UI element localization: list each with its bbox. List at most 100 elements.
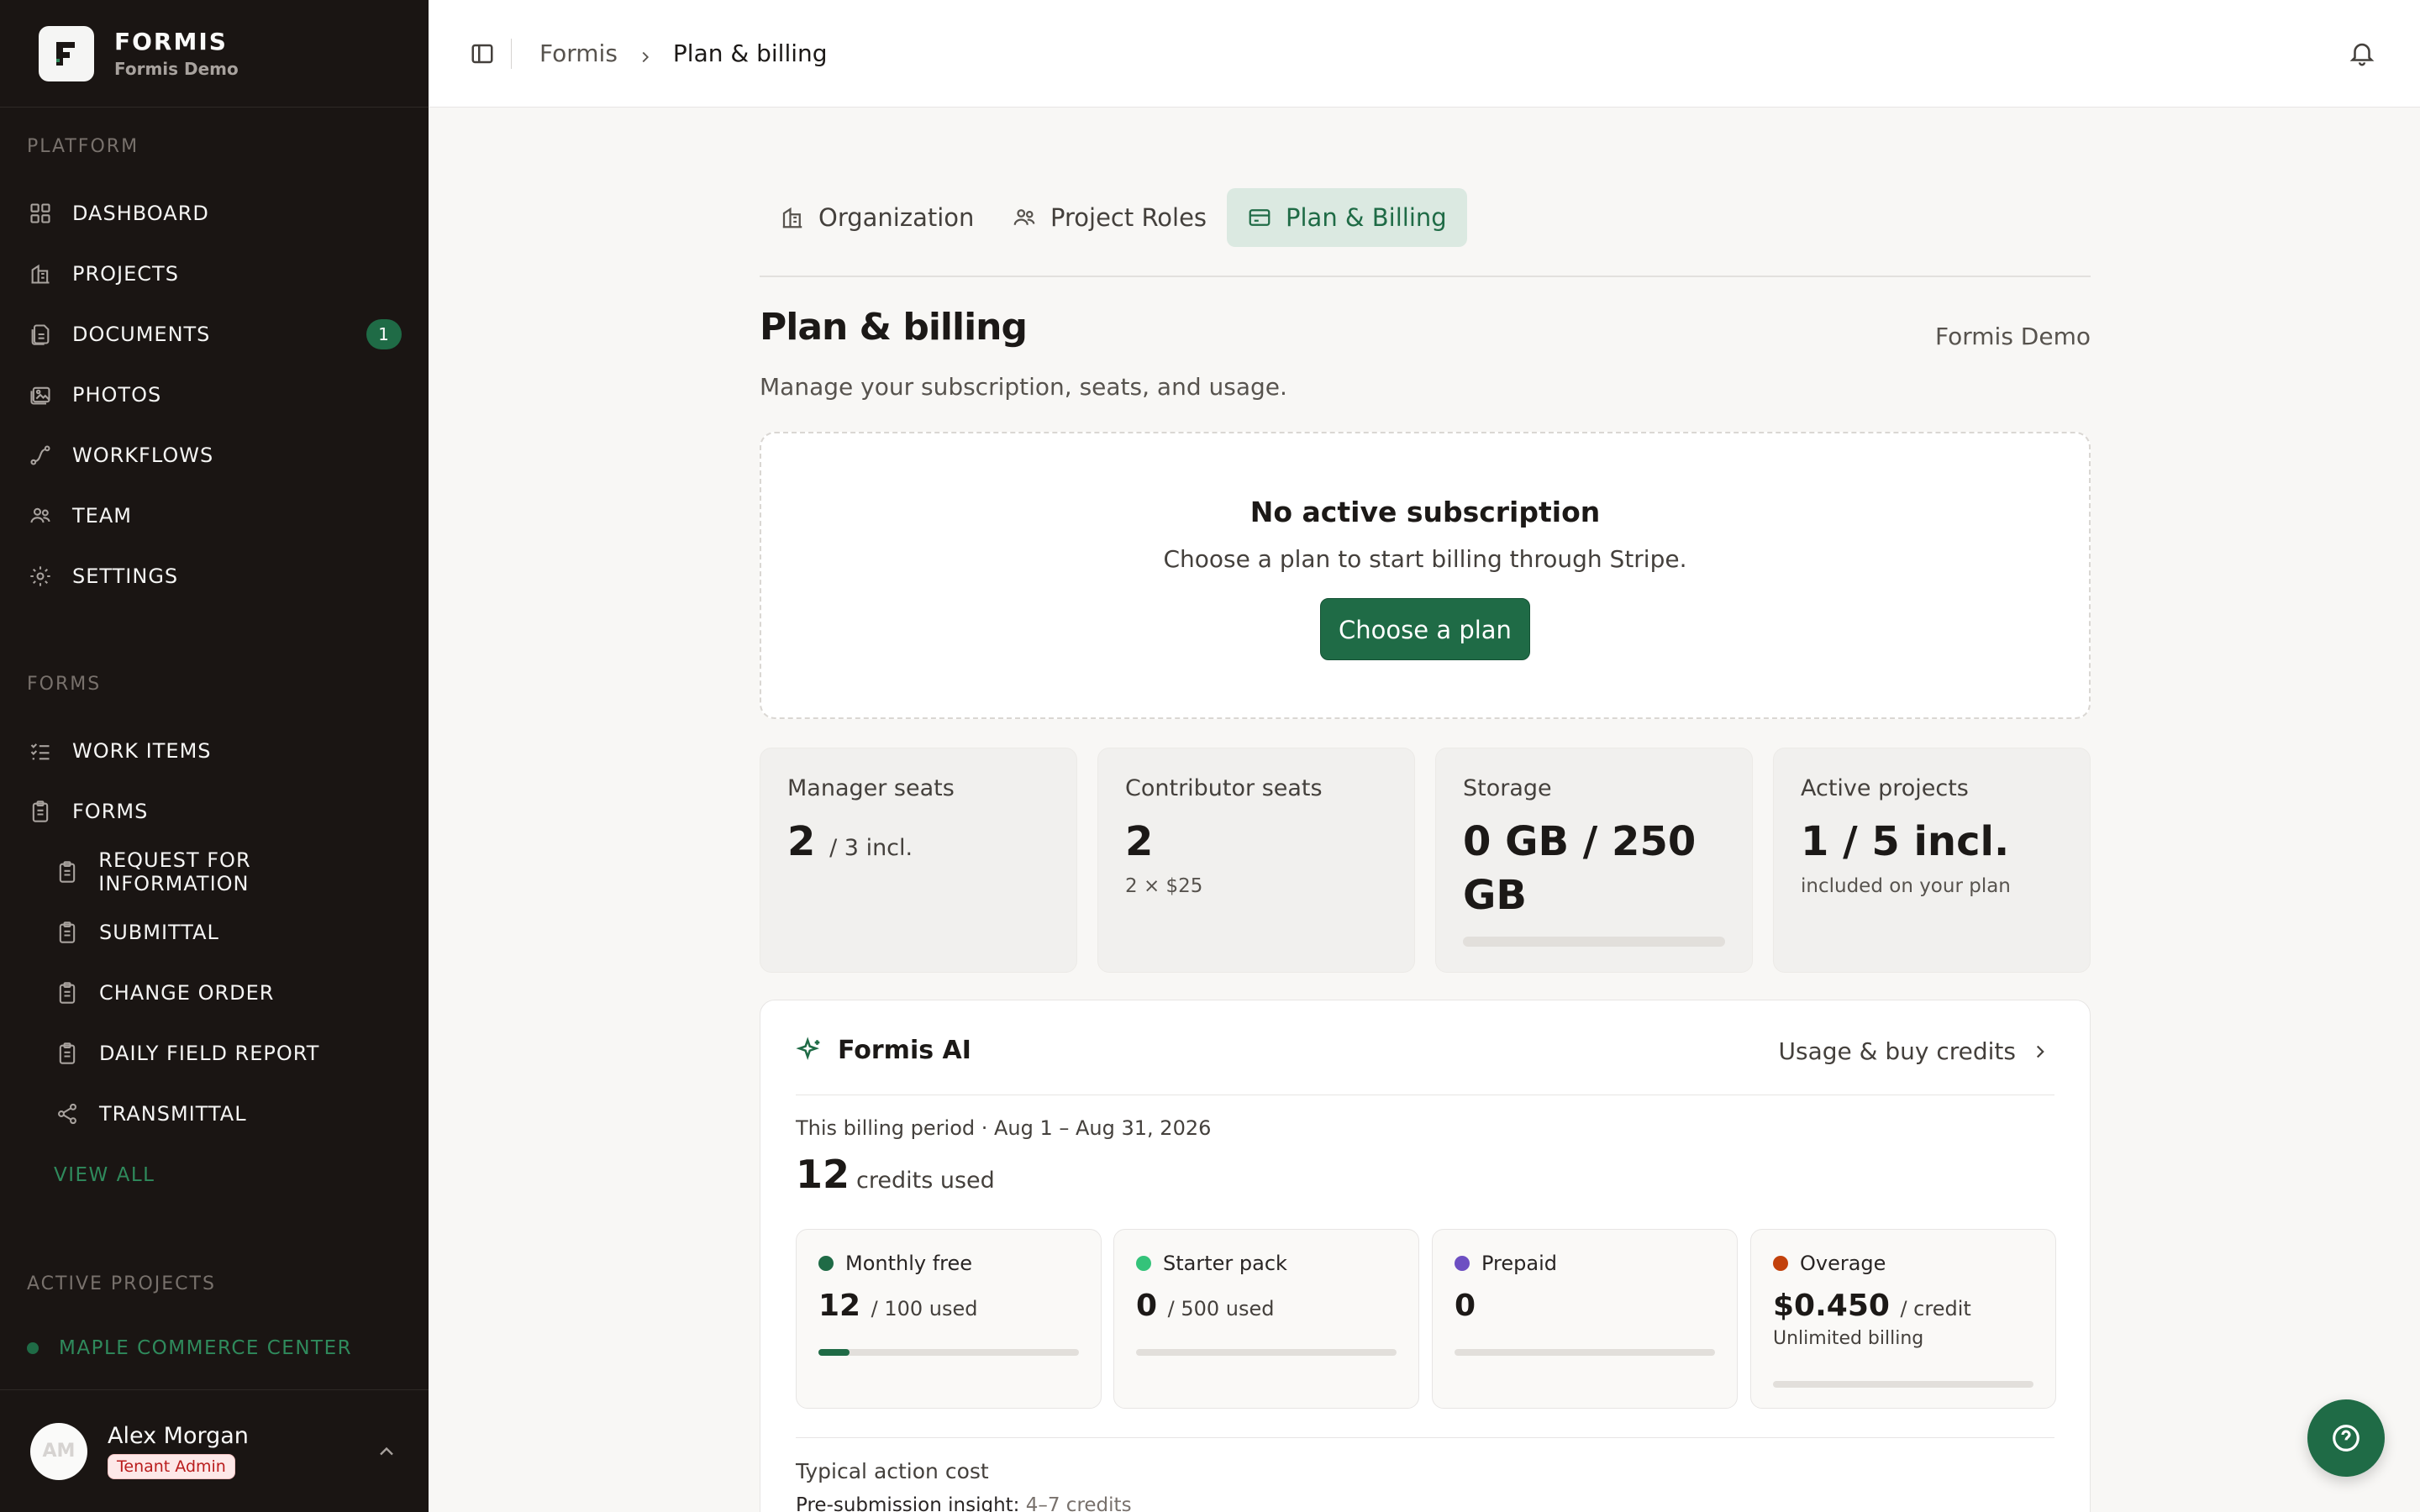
sidebar-item-label: WORK ITEMS: [72, 739, 212, 763]
active-project-item[interactable]: MAPLE COMMERCE CENTER: [27, 1337, 352, 1359]
typical-cost-line: Pre-submission insight: 4–7 credits: [796, 1494, 1132, 1512]
sidebar-item-work-items[interactable]: WORK ITEMS: [27, 727, 402, 774]
sidebar-item-submittal[interactable]: SUBMITTAL: [54, 909, 402, 956]
bucket-progress-bar: [1773, 1381, 2033, 1388]
bucket-monthly-free: Monthly free 12 / 100 used: [796, 1229, 1102, 1409]
tab-project-roles[interactable]: Project Roles: [992, 188, 1227, 247]
bucket-label: Overage: [1800, 1252, 1886, 1275]
view-all-link[interactable]: VIEW ALL: [54, 1164, 155, 1186]
bucket-color-dot: [1773, 1256, 1788, 1271]
bucket-note: Unlimited billing: [1773, 1328, 1924, 1349]
sidebar-item-label: SUBMITTAL: [99, 921, 219, 944]
credits-used: 12 credits used: [796, 1152, 995, 1197]
sidebar-item-transmittal[interactable]: TRANSMITTAL: [54, 1090, 402, 1137]
formis-ai-card: Formis AI Usage & buy credits This billi…: [760, 1000, 2091, 1512]
team-icon: [27, 502, 54, 529]
stat-label: Contributor seats: [1125, 775, 1323, 801]
bell-icon[interactable]: [2348, 39, 2378, 69]
credits-used-number: 12: [796, 1152, 850, 1197]
sidebar-item-request-for-information[interactable]: REQUEST FOR INFORMATION: [54, 848, 402, 895]
bucket-label: Monthly free: [845, 1252, 973, 1275]
sidebar-item-team[interactable]: TEAM: [27, 492, 402, 539]
documents-icon: [27, 321, 54, 348]
ai-card-title: Formis AI: [838, 1036, 971, 1065]
billing-period: This billing period · Aug 1 – Aug 31, 20…: [796, 1116, 1212, 1140]
clipboard-icon: [54, 1040, 81, 1067]
section-label-forms: FORMS: [27, 674, 102, 695]
formis-logo-icon: [39, 25, 94, 81]
brand-name: FORMIS: [114, 28, 228, 55]
stat-label: Active projects: [1801, 775, 1969, 801]
bucket-color-dot: [1136, 1256, 1151, 1271]
section-label-platform: PLATFORM: [27, 136, 139, 157]
no-subscription-panel: No active subscription Choose a plan to …: [760, 432, 2091, 719]
stat-active-projects: Active projects 1 / 5 incl. included on …: [1773, 748, 2091, 973]
stat-value: 2: [1125, 818, 1154, 865]
stat-contributor-seats: Contributor seats 2 2 × $25: [1097, 748, 1415, 973]
bucket-color-dot: [1455, 1256, 1470, 1271]
bucket-progress-bar: [1455, 1349, 1715, 1356]
sidebar-item-label: REQUEST FOR INFORMATION: [98, 848, 251, 895]
sidebar-item-label: DOCUMENTS: [72, 323, 211, 346]
bucket-suffix: / 500 used: [1167, 1297, 1275, 1320]
user-menu[interactable]: AM Alex Morgan Tenant Admin: [0, 1389, 429, 1512]
sidebar-item-projects[interactable]: PROJECTS: [27, 250, 402, 297]
sidebar-item-workflows[interactable]: WORKFLOWS: [27, 432, 402, 479]
user-name: Alex Morgan: [108, 1423, 249, 1449]
brand[interactable]: FORMIS Formis Demo: [0, 0, 429, 108]
checklist-icon: [27, 738, 54, 764]
stat-label: Storage: [1463, 775, 1552, 801]
sidebar-item-documents[interactable]: DOCUMENTS 1: [27, 311, 402, 358]
chevron-up-icon[interactable]: [375, 1440, 398, 1463]
choose-plan-button[interactable]: Choose a plan: [1320, 598, 1530, 660]
sidebar-item-label: DASHBOARD: [72, 202, 209, 225]
tab-plan-billing[interactable]: Plan & Billing: [1227, 188, 1467, 247]
usage-buy-credits-link[interactable]: Usage & buy credits: [1778, 1037, 2051, 1065]
sidebar-item-daily-field-report[interactable]: DAILY FIELD REPORT: [54, 1030, 402, 1077]
credits-used-label: credits used: [856, 1168, 995, 1194]
settings-tabs: Organization Project Roles Plan & Billin…: [760, 188, 2091, 277]
tab-label: Project Roles: [1050, 203, 1207, 232]
sidebar-item-label: PROJECTS: [72, 262, 179, 286]
usage-stats: Manager seats 2 / 3 incl. Contributor se…: [760, 748, 2091, 973]
help-button[interactable]: [2307, 1399, 2385, 1477]
clipboard-icon: [54, 858, 80, 885]
breadcrumb-parent[interactable]: Formis: [539, 39, 618, 67]
building-icon: [27, 260, 54, 287]
bucket-progress-bar: [1136, 1349, 1397, 1356]
avatar: AM: [30, 1422, 87, 1480]
sidebar-item-forms[interactable]: FORMS: [27, 788, 402, 835]
bucket-overage: Overage $0.450 / credit Unlimited billin…: [1750, 1229, 2056, 1409]
workflow-icon: [27, 442, 54, 469]
bucket-label: Starter pack: [1163, 1252, 1287, 1275]
sidebar-item-label: PHOTOS: [72, 383, 162, 407]
bucket-number: 0: [1136, 1289, 1158, 1323]
stat-value: 2 / 3 incl.: [787, 815, 1050, 875]
clipboard-icon: [27, 798, 54, 825]
sidebar-toggle-button[interactable]: [459, 30, 506, 77]
sidebar-item-photos[interactable]: PHOTOS: [27, 371, 402, 418]
bucket-value: 0 / 500 used: [1136, 1289, 1397, 1323]
chevron-right-icon: [2036, 1045, 2044, 1058]
bucket-value: 12 / 100 used: [818, 1289, 1079, 1323]
bucket-label: Prepaid: [1481, 1252, 1557, 1275]
project-status-dot: [27, 1342, 39, 1354]
bucket-color-dot: [818, 1256, 834, 1271]
bucket-prepaid: Prepaid 0: [1432, 1229, 1738, 1409]
topbar-divider: [511, 39, 512, 69]
sidebar-item-label: TEAM: [72, 504, 132, 528]
sidebar-item-label: CHANGE ORDER: [99, 981, 275, 1005]
sidebar-item-settings[interactable]: SETTINGS: [27, 553, 402, 600]
share-icon: [54, 1100, 81, 1127]
building-icon: [782, 207, 802, 228]
tab-organization[interactable]: Organization: [760, 188, 994, 247]
sidebar-item-label: SETTINGS: [72, 564, 179, 588]
sidebar-item-dashboard[interactable]: DASHBOARD: [27, 190, 402, 237]
no-subscription-text: Choose a plan to start billing through S…: [1163, 545, 1687, 573]
stat-note: 2 × $25: [1125, 875, 1203, 897]
sidebar-item-label: TRANSMITTAL: [99, 1102, 247, 1126]
stat-number: 2: [787, 818, 816, 865]
grid-icon: [27, 200, 54, 227]
sidebar-item-change-order[interactable]: CHANGE ORDER: [54, 969, 402, 1016]
storage-progress-bar: [1463, 937, 1725, 947]
